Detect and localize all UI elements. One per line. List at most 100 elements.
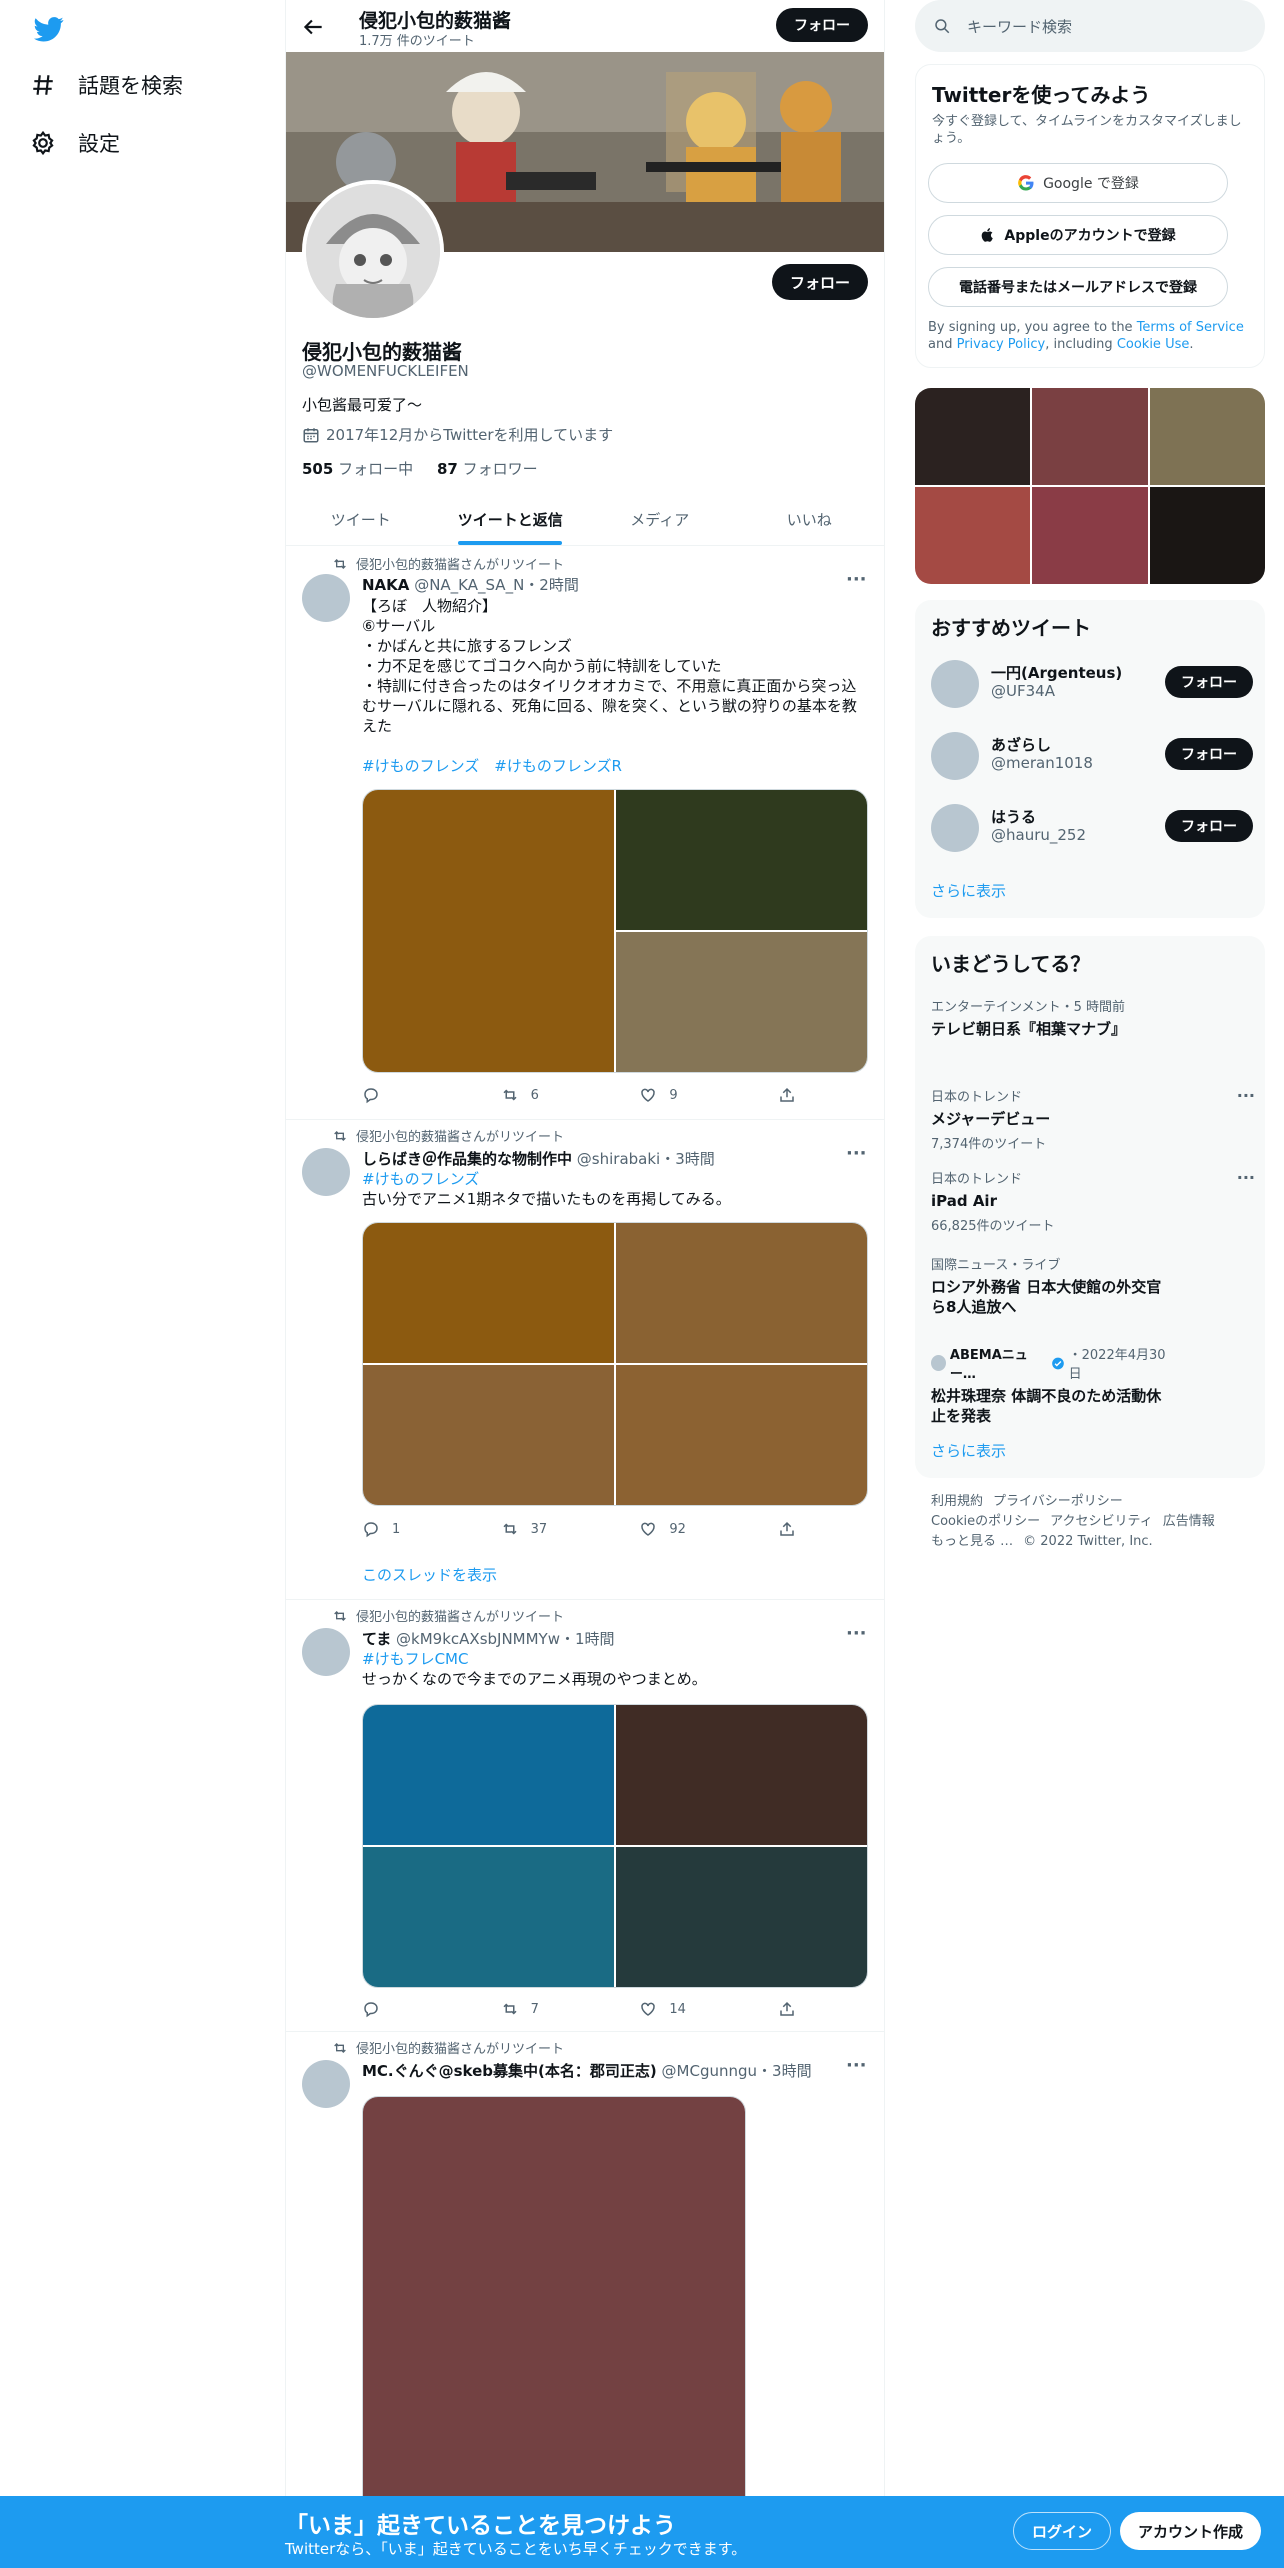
terms-of-service-link[interactable]: Terms of Service — [1137, 320, 1244, 335]
footer-link[interactable]: アクセシビリティ — [1050, 1514, 1153, 1529]
grid-photo[interactable] — [1032, 487, 1148, 584]
tweet-avatar[interactable] — [302, 2060, 350, 2108]
tweet-photo[interactable] — [363, 790, 614, 1072]
more-options-icon[interactable]: ··· — [846, 2057, 867, 2080]
more-options-icon[interactable]: ··· — [846, 571, 867, 594]
tweet-photo[interactable] — [616, 1705, 867, 1845]
tweet-author-name[interactable]: NAKA — [362, 576, 409, 594]
like-button[interactable]: 14 — [639, 2000, 739, 2018]
tweet-avatar[interactable] — [302, 574, 350, 622]
trend-item[interactable]: 日本のトレンド iPad Air 66,825件のツイート ··· — [931, 1168, 1255, 1234]
tweet-author-handle[interactable]: @shirabaki — [577, 1150, 660, 1168]
login-button[interactable]: ログイン — [1013, 2512, 1112, 2550]
search-input[interactable]: キーワード検索 — [915, 0, 1265, 52]
tweet-photo[interactable] — [616, 1223, 867, 1363]
tab-tweets-and-replies[interactable]: ツイートと返信 — [436, 494, 586, 545]
trend-item[interactable]: 日本のトレンド メジャーデビュー 7,374件のツイート ··· — [931, 1086, 1255, 1152]
tweet-hashtag[interactable]: #けものフレンズ — [362, 1169, 868, 1189]
phone-email-signup-button[interactable]: 電話番号またはメールアドレスで登録 — [928, 267, 1228, 307]
grid-photo[interactable] — [1149, 388, 1265, 485]
profile-follow-button[interactable]: フォロー — [771, 264, 868, 300]
retweet-button[interactable]: 6 — [501, 1086, 601, 1104]
tweet-photo[interactable] — [363, 1365, 614, 1505]
tweet-author-name[interactable]: しらばき＠作品集的な物制作中 — [362, 1150, 572, 1168]
following-link[interactable]: 505 フォロー中 — [302, 460, 413, 478]
cookie-use-link[interactable]: Cookie Use — [1117, 337, 1190, 352]
nav-explore[interactable]: 話題を検索 — [30, 70, 183, 100]
follow-button[interactable]: フォロー — [1165, 738, 1253, 770]
tweet-hashtags[interactable]: #けものフレンズ #けものフレンズR — [362, 756, 868, 776]
avatar[interactable] — [931, 660, 979, 708]
reply-button[interactable] — [362, 1086, 462, 1104]
tweet-hashtag[interactable]: #けもフレCMC — [362, 1649, 868, 1669]
footer-link[interactable]: プライバシーポリシー — [993, 1494, 1123, 1509]
trend-item[interactable]: 国際ニュース・ライブ ロシア外務省 日本大使館の外交官ら8人追放へ — [931, 1254, 1171, 1317]
grid-photo[interactable] — [1032, 388, 1148, 485]
tweet-time[interactable]: ・1時間 — [560, 1630, 615, 1648]
tweet-avatar[interactable] — [302, 1628, 350, 1676]
show-thread-link[interactable]: このスレッドを表示 — [362, 1564, 497, 1585]
show-more-recommendations-link[interactable]: さらに表示 — [931, 880, 1006, 901]
recommended-user[interactable]: 一円(Argenteus) @UF34A フォロー — [931, 656, 1253, 712]
tab-media[interactable]: メディア — [585, 494, 735, 545]
tweet-photo[interactable] — [363, 1223, 614, 1363]
footer-link[interactable]: Cookieのポリシー — [931, 1514, 1040, 1529]
twitter-logo-icon[interactable] — [32, 14, 66, 44]
tab-likes[interactable]: いいね — [735, 494, 885, 545]
privacy-policy-link[interactable]: Privacy Policy — [957, 337, 1046, 352]
followers-link[interactable]: 87 フォロワー — [437, 460, 538, 478]
tweet-author-name[interactable]: てま — [362, 1630, 391, 1648]
topbar-follow-button[interactable]: フォロー — [776, 8, 868, 42]
trend-item[interactable]: エンターテインメント・5 時間前 テレビ朝日系『相葉マナブ』 — [931, 996, 1251, 1039]
grid-photo[interactable] — [915, 388, 1031, 485]
tweet-photo[interactable] — [616, 790, 867, 930]
tweet-author-name[interactable]: MC.ぐんぐ@skeb募集中(本名：郡司正志) — [362, 2062, 657, 2080]
tweet-media-grid[interactable] — [362, 1222, 868, 1506]
recommended-user[interactable]: あざらし @meran1018 フォロー — [931, 728, 1253, 784]
nav-settings[interactable]: 設定 — [30, 128, 120, 158]
more-options-icon[interactable]: ··· — [846, 1625, 867, 1648]
follow-button[interactable]: フォロー — [1165, 810, 1253, 842]
tab-tweets[interactable]: ツイート — [286, 494, 436, 545]
share-button[interactable] — [778, 1086, 798, 1104]
avatar[interactable] — [931, 804, 979, 852]
like-button[interactable]: 92 — [639, 1520, 739, 1538]
create-account-button[interactable]: アカウント作成 — [1120, 2512, 1262, 2550]
reply-button[interactable]: 1 — [362, 1520, 462, 1538]
tweet-photo[interactable] — [363, 1847, 614, 1987]
reply-button[interactable] — [362, 2000, 462, 2018]
tweet-photo[interactable] — [616, 1365, 867, 1505]
tweet-photo[interactable] — [616, 1847, 867, 1987]
profile-avatar[interactable] — [302, 180, 444, 322]
tweet-photo[interactable] — [363, 2097, 745, 2516]
tweet-time[interactable]: ・3時間 — [660, 1150, 715, 1168]
avatar[interactable] — [931, 732, 979, 780]
retweet-button[interactable]: 37 — [501, 1520, 601, 1538]
recommended-user[interactable]: はうる @hauru_252 フォロー — [931, 800, 1253, 856]
follow-button[interactable]: フォロー — [1165, 666, 1253, 698]
tweet-media[interactable] — [362, 2096, 746, 2516]
more-options-icon[interactable]: ··· — [846, 1145, 867, 1168]
tweet-time[interactable]: ・2時間 — [524, 576, 579, 594]
tweet-media-grid[interactable] — [362, 789, 868, 1073]
tweet-author-handle[interactable]: @MCgunngu — [662, 2062, 758, 2080]
like-button[interactable]: 9 — [639, 1086, 739, 1104]
tweet-avatar[interactable] — [302, 1148, 350, 1196]
tweet-author-handle[interactable]: @kM9kcAXsbJNMMYw — [396, 1630, 560, 1648]
retweet-button[interactable]: 7 — [501, 2000, 601, 2018]
footer-link[interactable]: 広告情報 — [1163, 1514, 1215, 1529]
tweet-photo[interactable] — [363, 1705, 614, 1845]
back-arrow-icon[interactable] — [300, 14, 326, 40]
tweet[interactable]: 侵犯小包的薮猫酱さんがリツイート てま @kM9kcAXsbJNMMYw・1時間… — [286, 1600, 884, 2032]
share-button[interactable] — [778, 1520, 798, 1538]
tweet[interactable]: 侵犯小包的薮猫酱さんがリツイート MC.ぐんぐ@skeb募集中(本名：郡司正志)… — [286, 2032, 884, 2516]
tweet-photo[interactable] — [616, 932, 867, 1072]
footer-link[interactable]: 利用規約 — [931, 1494, 983, 1509]
google-signup-button[interactable]: Google で登録 — [928, 163, 1228, 203]
grid-photo[interactable] — [915, 487, 1031, 584]
tweet[interactable]: 侵犯小包的薮猫酱さんがリツイート しらばき＠作品集的な物制作中 @shiraba… — [286, 1120, 884, 1600]
grid-photo[interactable] — [1149, 487, 1265, 584]
footer-link[interactable]: もっと見る … — [931, 1534, 1013, 1549]
trend-item[interactable]: ABEMAニュー… ・2022年4月30日 松井珠理奈 体調不良のため活動休止を… — [931, 1344, 1171, 1426]
apple-signup-button[interactable]: Appleのアカウントで登録 — [928, 215, 1228, 255]
